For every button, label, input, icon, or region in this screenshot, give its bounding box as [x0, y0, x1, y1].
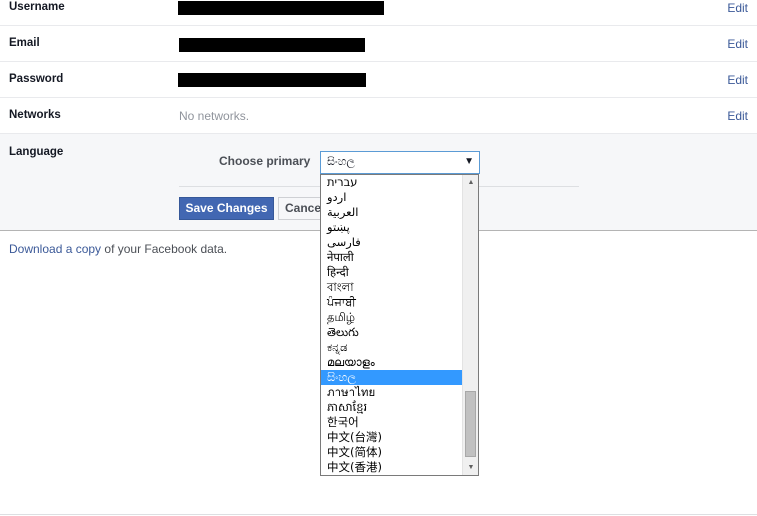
email-row: Email Edit — [0, 26, 757, 62]
username-row: Username Edit — [0, 0, 757, 26]
language-option[interactable]: සිංහල — [321, 370, 462, 385]
language-option[interactable]: ਪੰਜਾਬੀ — [321, 295, 462, 310]
email-redacted-value — [179, 38, 365, 52]
choose-primary-label: Choose primary — [219, 154, 311, 168]
language-option[interactable]: فارسی — [321, 235, 462, 250]
language-option[interactable]: ಕನ್ನಡ — [321, 340, 462, 355]
scroll-down-arrow-icon[interactable]: ▼ — [463, 460, 478, 475]
email-label: Email — [9, 37, 40, 49]
primary-language-value: සිංහල — [327, 156, 355, 168]
networks-value: No networks. — [179, 109, 250, 123]
language-option[interactable]: தமிழ் — [321, 310, 462, 325]
networks-row: Networks No networks. Edit — [0, 98, 757, 134]
password-label: Password — [9, 73, 64, 85]
language-option[interactable]: 한국어 — [321, 415, 462, 430]
language-option[interactable]: ភាសាខ្មែរ — [321, 400, 462, 415]
download-data-line: Download a copy of your Facebook data. — [9, 242, 227, 256]
language-option[interactable]: हिन्दी — [321, 265, 462, 280]
dropdown-arrow-icon[interactable]: ▼ — [464, 156, 474, 167]
scroll-up-arrow-icon[interactable]: ▲ — [463, 175, 478, 190]
download-suffix-text: of your Facebook data. — [101, 242, 228, 256]
scrollbar-thumb[interactable] — [465, 391, 476, 457]
language-dropdown-list[interactable]: עברית اردو العربية پښتو فارسی नेपाली हिन्दी বাং… — [320, 174, 479, 476]
username-label: Username — [9, 1, 65, 13]
language-option[interactable]: 中文(香港) — [321, 460, 462, 475]
save-changes-button[interactable]: Save Changes — [179, 197, 274, 220]
networks-label: Networks — [9, 109, 61, 121]
language-option[interactable]: മലയാളം — [321, 355, 462, 370]
download-copy-link[interactable]: Download a copy — [9, 242, 101, 256]
language-option[interactable]: پښتو — [321, 220, 462, 235]
password-redacted-value — [178, 73, 366, 87]
password-row: Password Edit — [0, 62, 757, 98]
language-option[interactable]: বাংলা — [321, 280, 462, 295]
language-option[interactable]: اردو — [321, 190, 462, 205]
language-option[interactable]: తెలుగు — [321, 325, 462, 340]
primary-language-select[interactable]: සිංහල ▼ — [320, 151, 480, 174]
language-option[interactable]: العربية — [321, 205, 462, 220]
username-edit-link[interactable]: Edit — [727, 1, 748, 15]
email-edit-link[interactable]: Edit — [727, 37, 748, 51]
language-option[interactable]: 中文(简体) — [321, 445, 462, 460]
bottom-divider — [0, 514, 757, 515]
dropdown-scrollbar[interactable]: ▲ ▼ — [462, 175, 478, 475]
networks-edit-link[interactable]: Edit — [727, 109, 748, 123]
language-label: Language — [9, 146, 64, 158]
username-redacted-value — [178, 1, 384, 15]
language-option[interactable]: עברית — [321, 175, 462, 190]
password-edit-link[interactable]: Edit — [727, 73, 748, 87]
language-option[interactable]: ภาษาไทย — [321, 385, 462, 400]
language-options: עברית اردو العربية پښتو فارسی नेपाली हिन्दी বাং… — [321, 175, 462, 475]
language-option[interactable]: 中文(台灣) — [321, 430, 462, 445]
language-option[interactable]: नेपाली — [321, 250, 462, 265]
